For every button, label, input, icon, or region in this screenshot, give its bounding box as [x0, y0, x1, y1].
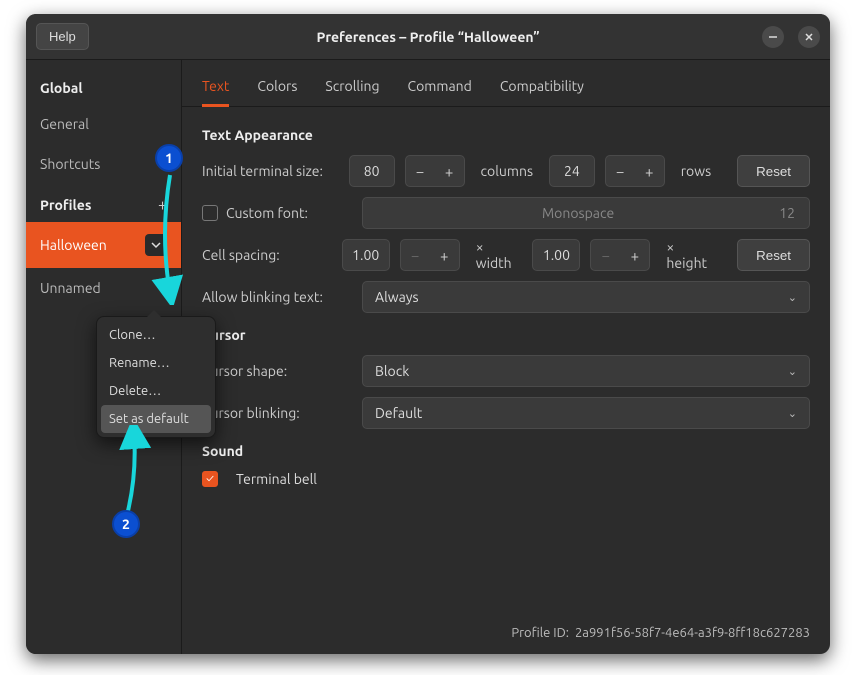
terminal-bell-checkbox[interactable]: ✓	[202, 471, 218, 487]
initial-size-label: Initial terminal size:	[202, 163, 339, 179]
section-sound: Sound	[202, 443, 810, 459]
section-cursor: Cursor	[202, 327, 810, 343]
cell-width-decrement[interactable]: −	[400, 239, 430, 271]
close-button[interactable]	[798, 26, 820, 48]
section-text-appearance: Text Appearance	[202, 127, 810, 143]
sidebar-item-halloween[interactable]: Halloween	[26, 222, 181, 268]
profile-context-menu: Clone… Rename… Delete… Set as default	[96, 316, 216, 438]
menu-set-default[interactable]: Set as default	[101, 405, 211, 433]
help-button[interactable]: Help	[36, 23, 89, 50]
menu-delete[interactable]: Delete…	[97, 377, 215, 405]
chevron-down-icon: ⌄	[788, 365, 797, 378]
add-profile-icon[interactable]: +	[158, 196, 167, 214]
titlebar: Help Preferences – Profile “Halloween”	[26, 14, 830, 60]
sidebar-item-general[interactable]: General	[26, 104, 181, 144]
cell-height-unit: × height	[666, 239, 711, 271]
annotation-badge-2: 2	[112, 510, 140, 538]
footer: Profile ID: 2a991f56-58f7-4e64-a3f9-8ff1…	[182, 616, 830, 654]
reset-spacing-button[interactable]: Reset	[737, 239, 810, 271]
rows-decrement[interactable]: −	[605, 155, 635, 187]
font-name: Monospace	[377, 205, 779, 221]
reset-size-button[interactable]: Reset	[737, 155, 810, 187]
annotation-badge-1: 1	[155, 144, 183, 172]
custom-font-checkbox[interactable]	[202, 205, 218, 221]
window-title: Preferences – Profile “Halloween”	[26, 29, 830, 45]
cell-width-field[interactable]: 1.00	[342, 239, 390, 271]
chevron-down-icon: ⌄	[788, 291, 797, 304]
cursor-blinking-select[interactable]: Default ⌄	[362, 397, 810, 429]
window-controls	[762, 26, 820, 48]
cursor-blinking-label: Cursor blinking:	[202, 405, 352, 421]
tabs: Text Colors Scrolling Command Compatibil…	[182, 60, 830, 107]
tab-scrolling[interactable]: Scrolling	[325, 70, 379, 106]
tab-command[interactable]: Command	[408, 70, 472, 106]
profile-id-label: Profile ID:	[511, 626, 569, 640]
tab-text[interactable]: Text	[202, 70, 229, 107]
chevron-down-icon: ⌄	[788, 407, 797, 420]
content: Text Appearance Initial terminal size: 8…	[182, 107, 830, 616]
sidebar-heading-profiles: Profiles +	[26, 184, 181, 222]
profile-id-value: 2a991f56-58f7-4e64-a3f9-8ff18c627283	[575, 626, 810, 640]
chevron-down-icon	[151, 240, 161, 250]
columns-field[interactable]: 80	[349, 155, 395, 187]
cell-spacing-label: Cell spacing:	[202, 247, 332, 263]
tab-colors[interactable]: Colors	[257, 70, 297, 106]
menu-clone[interactable]: Clone…	[97, 321, 215, 349]
custom-font-label: Custom font:	[202, 205, 352, 221]
profiles-label: Profiles	[40, 197, 91, 213]
rows-increment[interactable]: +	[635, 155, 665, 187]
rows-unit: rows	[681, 163, 711, 179]
cell-width-unit: × width	[476, 239, 517, 271]
font-picker[interactable]: Monospace 12	[362, 197, 810, 229]
font-size: 12	[779, 205, 795, 221]
cell-height-decrement[interactable]: −	[590, 239, 620, 271]
rows-field[interactable]: 24	[549, 155, 595, 187]
menu-rename[interactable]: Rename…	[97, 349, 215, 377]
tab-compatibility[interactable]: Compatibility	[500, 70, 584, 106]
cell-height-field[interactable]: 1.00	[532, 239, 580, 271]
columns-unit: columns	[481, 163, 533, 179]
cell-height-increment[interactable]: +	[620, 239, 650, 271]
columns-increment[interactable]: +	[435, 155, 465, 187]
blinking-text-label: Allow blinking text:	[202, 289, 352, 305]
main-panel: Text Colors Scrolling Command Compatibil…	[182, 60, 830, 654]
sidebar-item-unnamed[interactable]: Unnamed	[26, 268, 181, 308]
cursor-shape-select[interactable]: Block ⌄	[362, 355, 810, 387]
sidebar-item-label: Halloween	[40, 237, 107, 253]
terminal-bell-label: Terminal bell	[236, 471, 317, 487]
cursor-shape-label: Cursor shape:	[202, 363, 352, 379]
blinking-text-select[interactable]: Always ⌄	[362, 281, 810, 313]
sidebar-heading-global: Global	[26, 68, 181, 104]
cell-width-increment[interactable]: +	[430, 239, 460, 271]
minimize-button[interactable]	[762, 26, 784, 48]
profile-menu-button[interactable]	[145, 234, 167, 256]
columns-decrement[interactable]: −	[405, 155, 435, 187]
